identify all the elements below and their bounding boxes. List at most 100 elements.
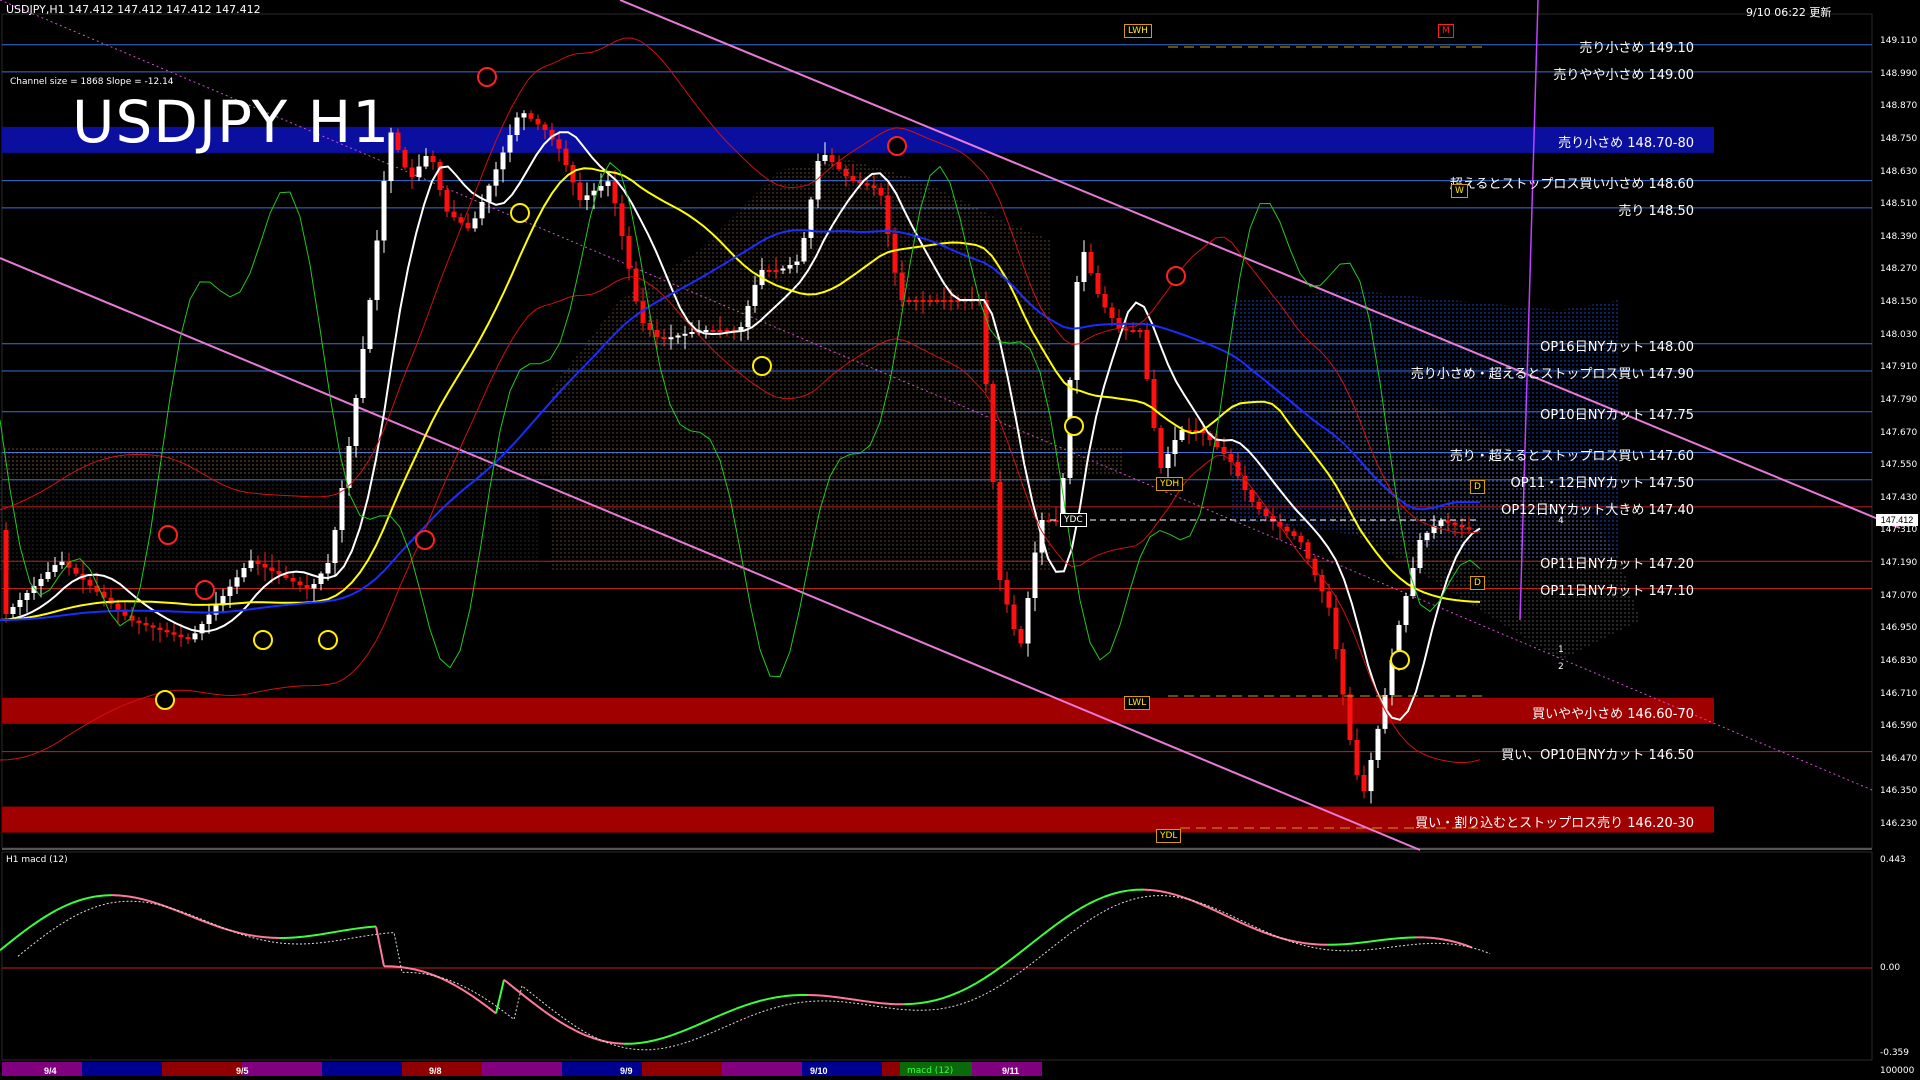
- macd-seg: [15, 930, 25, 939]
- candle-body: [227, 586, 233, 596]
- candle-body: [864, 183, 870, 186]
- macd-seg: [1127, 888, 1137, 892]
- level-label-5: OP16日NYカット 148.00: [1540, 339, 1694, 355]
- y-axis-label: 148.390: [1880, 231, 1918, 242]
- candle-body: [311, 584, 317, 589]
- macd-pane-frame: [1, 851, 1873, 1061]
- time-bar-seg: [722, 1062, 802, 1076]
- candle-body: [206, 614, 212, 624]
- macd-seg: [655, 1036, 665, 1041]
- d-tag-lower: D: [1470, 576, 1485, 590]
- level-label-11: OP11日NYカット 147.20: [1540, 557, 1694, 573]
- macd-seg: [663, 1034, 673, 1039]
- macd-seg: [719, 1010, 729, 1017]
- macd-seg: [1439, 937, 1449, 942]
- macd-seg: [351, 927, 361, 931]
- candle-body: [1109, 307, 1115, 318]
- signal-marker-10: [195, 580, 215, 600]
- macd-signal: [17, 895, 1491, 1051]
- candle-body: [885, 195, 891, 234]
- macd-seg: [135, 896, 145, 901]
- candle-body: [906, 300, 912, 302]
- macd-seg: [55, 905, 65, 912]
- candle-body: [633, 268, 639, 302]
- signal-marker-7: [1064, 416, 1084, 436]
- macd-seg: [535, 1004, 545, 1012]
- macd-seg: [983, 972, 993, 980]
- date-label: 9/9: [620, 1066, 633, 1076]
- bottom-right-value: 100000: [1880, 1066, 1915, 1076]
- candle-body: [1165, 454, 1171, 468]
- price-chart[interactable]: [0, 0, 1920, 1080]
- candle-body: [619, 203, 625, 236]
- macd-seg: [519, 991, 529, 1000]
- candle-body: [1144, 330, 1150, 379]
- candle-body: [556, 139, 562, 149]
- y-axis-label: 146.830: [1880, 655, 1918, 666]
- candle-body: [1347, 694, 1353, 740]
- candle-body: [1340, 649, 1346, 695]
- macd-seg: [415, 968, 425, 973]
- macd-seg: [367, 925, 377, 929]
- candle-body: [1284, 526, 1290, 532]
- macd-seg: [1399, 936, 1409, 940]
- candle-body: [136, 620, 142, 623]
- macd-seg: [335, 929, 345, 933]
- candle-body: [1326, 591, 1332, 608]
- macd-seg: [671, 1031, 681, 1037]
- macd-seg: [1351, 941, 1361, 945]
- macd-seg: [1383, 937, 1393, 941]
- macd-seg: [1071, 907, 1081, 915]
- signal-marker-3: [415, 530, 435, 550]
- candle-body: [423, 156, 429, 167]
- macd-seg: [1007, 954, 1017, 963]
- candle-body: [1354, 740, 1360, 775]
- y-axis-label: 148.150: [1880, 297, 1918, 307]
- current-price-marker: 147.412: [1876, 514, 1918, 526]
- level-label-13: 買いやや小さめ 146.60-70: [1532, 706, 1694, 722]
- candle-body: [395, 132, 401, 150]
- candle-body: [10, 607, 16, 614]
- candle-body: [1025, 598, 1031, 644]
- macd-seg: [871, 1001, 881, 1005]
- ydc-tag: YDC: [1060, 513, 1087, 527]
- macd-seg: [559, 1021, 569, 1028]
- candle-body: [1417, 540, 1423, 568]
- macd-seg: [679, 1028, 689, 1034]
- candle-body: [892, 234, 898, 273]
- level-label-0: 売り小さめ 149.10: [1579, 40, 1694, 56]
- candle-body: [787, 265, 793, 269]
- macd-seg: [767, 996, 777, 1000]
- macd-seg: [607, 1041, 617, 1045]
- macd-seg: [79, 896, 89, 902]
- macd-seg: [391, 965, 401, 969]
- macd-seg: [231, 930, 241, 935]
- macd-seg: [303, 934, 313, 938]
- macd-seg: [255, 935, 265, 939]
- level-label-12: OP11日NYカット 147.10: [1540, 584, 1694, 600]
- candle-body: [1305, 542, 1311, 559]
- candle-body: [164, 630, 170, 633]
- macd-seg: [879, 1002, 889, 1005]
- candle-body: [115, 603, 121, 610]
- candle-body: [353, 398, 359, 446]
- time-bar-seg: [2, 1062, 82, 1076]
- candle-body: [1368, 760, 1374, 792]
- candle-body: [598, 186, 604, 191]
- macd-seg: [183, 912, 193, 918]
- candle-body: [899, 272, 905, 300]
- candle-body: [990, 384, 996, 482]
- candle-body: [1137, 330, 1143, 332]
- candle-body: [332, 530, 338, 563]
- macd-seg: [247, 933, 257, 938]
- candle-body: [290, 578, 296, 582]
- macd-seg: [1055, 918, 1065, 926]
- macd-seg: [71, 899, 81, 904]
- y-axis-label: 146.590: [1880, 721, 1918, 732]
- candle-body: [458, 217, 464, 223]
- y-axis-label: 147.070: [1880, 590, 1918, 601]
- macd-seg: [1031, 936, 1041, 944]
- time-bar-seg: [402, 1062, 482, 1076]
- candle-body: [381, 181, 387, 241]
- macd-seg: [919, 1000, 929, 1005]
